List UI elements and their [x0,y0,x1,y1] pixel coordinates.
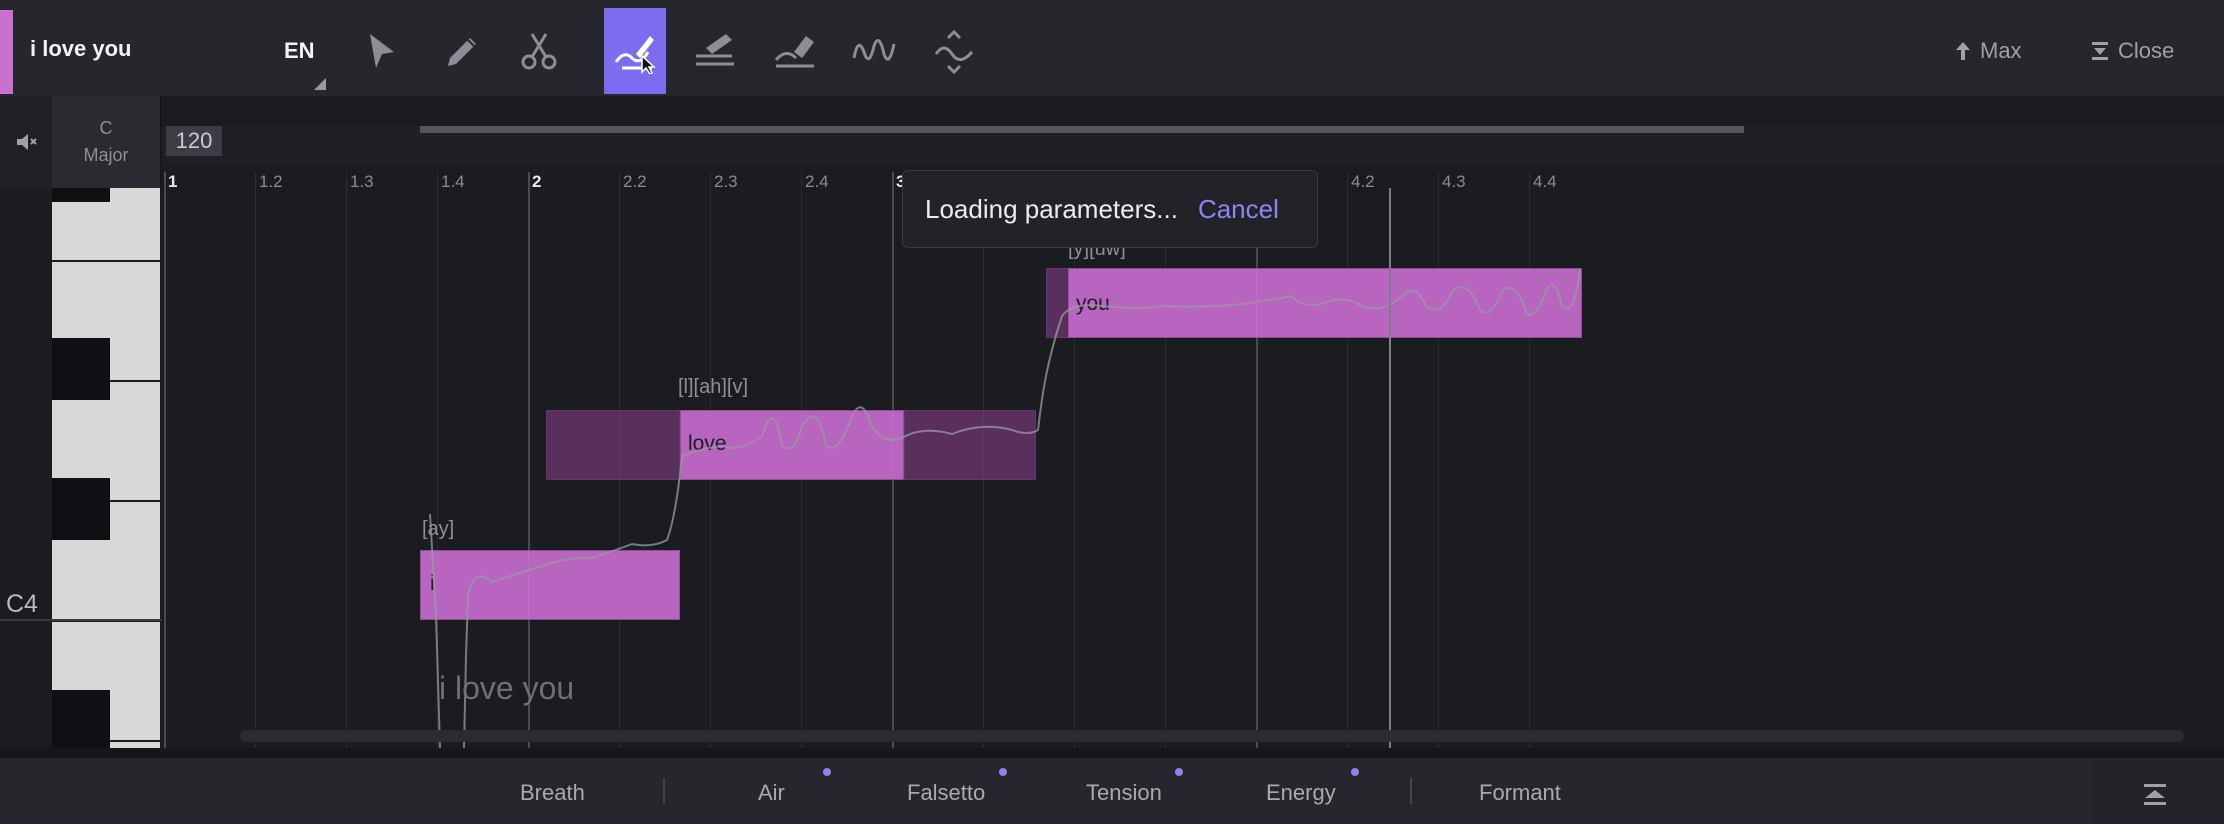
piano-black-key[interactable] [52,338,110,400]
pitch-smooth-tool-button[interactable] [684,8,746,94]
vibrato-icon [852,39,896,61]
tab-tension-modified-dot [1175,768,1183,776]
pitch-erase-icon [774,36,814,68]
vibrato-tool-button[interactable] [844,8,906,94]
pitch-erase-tool-button[interactable] [764,8,826,94]
preview-sound-toggle[interactable] [0,96,52,188]
piano-black-key[interactable] [52,188,110,202]
key-root: C [99,118,113,138]
tab-separator [1410,778,1412,804]
key-selector[interactable]: C Major [52,96,160,188]
pitch-label-c4: C4 [6,590,38,618]
tab-air[interactable]: Air [758,780,785,806]
playhead[interactable] [1389,188,1391,748]
pencil-tool-button[interactable] [430,8,492,94]
pencil-icon [448,38,476,66]
loading-toast: Loading parameters... Cancel [902,170,1318,248]
track-color-bar [0,10,13,94]
lyrics-text: i love you [439,670,575,706]
scissors-tool-button[interactable] [508,8,570,94]
toolbar: i love you EN Max Close [0,0,2224,96]
language-selector[interactable]: EN [284,38,315,64]
c4-divider [0,619,162,621]
speaker-muted-icon [17,134,37,150]
cancel-loading-button[interactable]: Cancel [1198,194,1279,225]
piano-black-key[interactable] [52,478,110,540]
parameter-tabs: Breath Air Falsetto Tension Energy Forma… [0,758,2094,824]
loading-message: Loading parameters... [925,193,1178,224]
expand-panel-icon[interactable] [2140,782,2170,808]
tab-energy[interactable]: Energy [1266,780,1336,806]
tab-falsetto[interactable]: Falsetto [907,780,985,806]
track-title: i love you [30,36,132,61]
pitch-draw-tool-button[interactable] [604,8,666,94]
horizontal-scrollbar[interactable] [240,730,2184,742]
piano-roll-editor: i love you EN Max Close C Major C4 120 1… [0,0,2224,824]
pitch-smooth-icon [696,34,734,66]
parameter-tab-bar: Breath Air Falsetto Tension Energy Forma… [0,758,2224,824]
tab-breath[interactable]: Breath [520,780,585,806]
scissors-icon [521,33,557,70]
close-button[interactable]: Close [2090,38,2174,64]
arrow-up-icon [1956,42,1970,60]
pitch-transition-icon [934,29,974,74]
tab-tension[interactable]: Tension [1086,780,1162,806]
maximize-button[interactable]: Max [1954,38,2022,64]
close-label: Close [2118,38,2175,63]
collapse-down-icon [2092,42,2108,60]
pitch-draw-icon [614,36,656,74]
tab-formant[interactable]: Formant [1479,780,1561,806]
maximize-label: Max [1980,38,2022,63]
piano-black-key[interactable] [52,690,110,748]
tab-falsetto-modified-dot [999,768,1007,776]
tab-separator [663,778,665,804]
language-dropdown-icon[interactable] [314,78,326,90]
piano-keyboard[interactable] [0,188,162,748]
key-mode: Major [83,145,129,165]
select-tool-button[interactable] [350,8,412,94]
tab-energy-modified-dot [1351,768,1359,776]
pitch-transition-tool-button[interactable] [924,8,986,94]
tab-air-modified-dot [823,768,831,776]
select-arrow-icon [370,34,394,68]
